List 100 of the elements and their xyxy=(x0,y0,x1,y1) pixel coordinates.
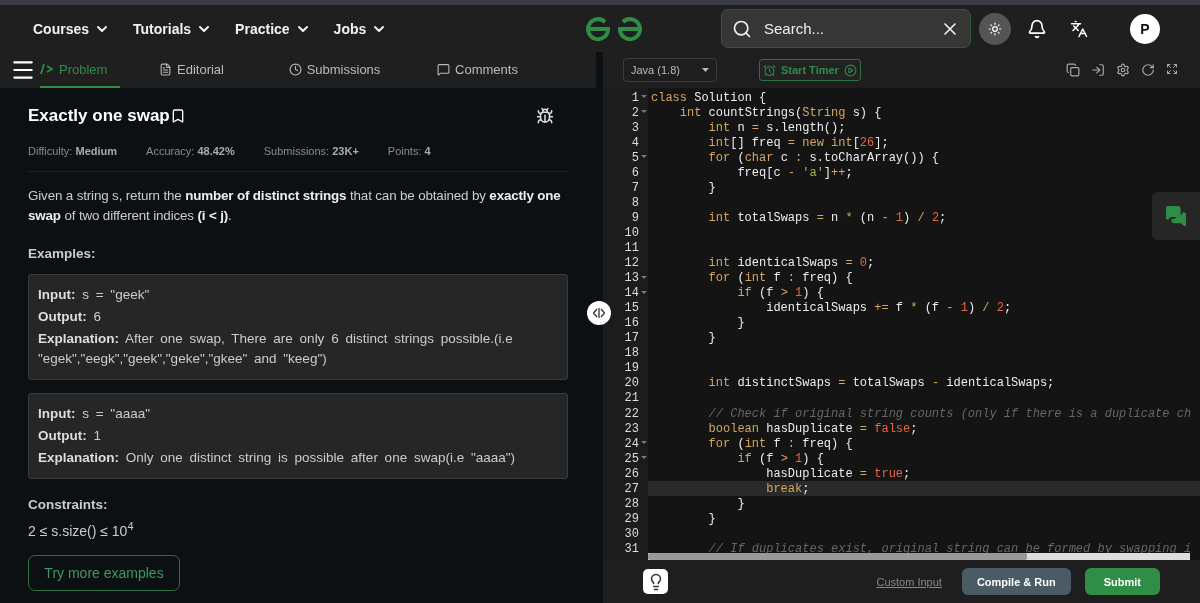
search-icon xyxy=(732,18,752,39)
line-number: 19 xyxy=(623,360,640,376)
submit-button[interactable]: Submit xyxy=(1084,568,1160,595)
constraint-text: 2 ≤ s.size() ≤ 10$^{4}$ xyxy=(28,520,135,539)
code-line: } xyxy=(736,496,745,511)
code-line: // Check if original string counts (only if there is a duplicate ch xyxy=(707,406,1192,421)
code-line: int identicalSwaps = 0; xyxy=(707,256,875,271)
alarm-clock-icon xyxy=(763,63,776,77)
code-line: break; xyxy=(765,481,810,496)
code-line: class Solution { xyxy=(651,90,767,105)
code-line: } xyxy=(707,511,716,526)
nav-menu[interactable]: Jobs xyxy=(333,20,388,37)
sun-icon xyxy=(988,21,1002,36)
line-number: 15 xyxy=(623,300,640,316)
language-select[interactable]: Java (1.8) xyxy=(623,58,717,82)
example-text: Explanation: After one swap, There are only 6 distinct strings possible.(i.e "egek","eegk","geek","geke","gkee" and "keeg") xyxy=(38,330,514,368)
comment-icon xyxy=(437,62,451,76)
code-line: int n = s.length(); xyxy=(707,120,846,135)
line-number: 28 xyxy=(623,496,640,512)
line-number: 27 xyxy=(623,481,640,497)
code-line: identicalSwaps += f * (f - 1) / 2; xyxy=(765,301,1012,316)
theme-toggle-button[interactable] xyxy=(979,12,1011,45)
bug-icon[interactable] xyxy=(536,106,554,125)
line-number: 26 xyxy=(623,466,640,482)
line-number: 6 xyxy=(630,165,640,181)
line-number: 4 xyxy=(630,135,640,151)
resize-icon xyxy=(593,308,605,318)
logo-icon xyxy=(585,15,644,42)
scrollbar[interactable] xyxy=(648,553,1190,560)
line-number: 23 xyxy=(623,421,640,437)
code-line: for (int f : freq) { xyxy=(707,436,853,451)
code-line: } xyxy=(707,331,716,346)
nav-menu[interactable]: Courses xyxy=(33,20,111,37)
example-text: Output: 1 xyxy=(38,427,102,445)
code-line: int[] freq = new int[26]; xyxy=(707,135,889,150)
problem-meta: Submissions: 23K+ xyxy=(263,145,359,157)
line-number: 30 xyxy=(623,526,640,542)
clock-icon xyxy=(288,62,302,76)
example-text: Output: 6 xyxy=(38,308,102,326)
line-number: 25 xyxy=(603,451,648,467)
import-icon[interactable] xyxy=(1091,63,1105,77)
settings-icon[interactable] xyxy=(1116,63,1130,77)
code-line: for (char c : s.toCharArray()) { xyxy=(707,150,940,165)
examples-heading: Examples: xyxy=(28,246,97,261)
line-number: 12 xyxy=(623,255,640,271)
chat-button[interactable] xyxy=(1152,192,1200,240)
example-text: Explanation: Only one distinct string is possible after one swap(i.e "aaaa") xyxy=(38,449,517,467)
constraints-heading: Constraints: xyxy=(28,497,109,512)
line-number: 17 xyxy=(623,330,640,346)
code-line: boolean hasDuplicate = false; xyxy=(707,421,918,436)
line-number: 16 xyxy=(623,315,640,331)
example-text: Input: s = "aaaa" xyxy=(38,405,151,423)
line-number: 3 xyxy=(630,120,640,136)
problem-description: Given a string s, return the number of distinct strings that can be obtained by exactly one swap of two different indices (i < j). xyxy=(28,187,562,225)
code-line: } xyxy=(736,316,745,331)
line-number: 1 xyxy=(603,90,648,106)
problem-title: Exactly one swap xyxy=(28,105,170,126)
translate-icon xyxy=(1070,19,1088,38)
caret-icon xyxy=(702,68,709,72)
search-field[interactable]: Search... xyxy=(762,19,930,38)
try-more-examples-button[interactable]: Try more examples xyxy=(28,554,180,591)
problem-tab[interactable]: Comments xyxy=(406,52,549,88)
problem-tab[interactable]: Problem xyxy=(40,52,120,88)
copy-icon[interactable] xyxy=(1066,63,1080,77)
search-bar[interactable]: Search... xyxy=(721,9,971,48)
problem-meta: Points: 4 xyxy=(387,145,431,157)
problem-tab[interactable]: Submissions xyxy=(263,52,406,88)
line-number: 21 xyxy=(623,390,640,406)
line-number: 24 xyxy=(603,436,648,452)
reset-icon[interactable] xyxy=(1141,63,1155,77)
nav-menu[interactable]: Tutorials xyxy=(133,20,213,37)
problem-meta: Accuracy: 48.42% xyxy=(146,145,235,157)
line-number: 10 xyxy=(623,225,640,241)
line-number: 14 xyxy=(603,285,648,301)
code-editor[interactable] xyxy=(603,88,1200,560)
code-line: for (int f : freq) { xyxy=(707,271,853,286)
line-number: 2 xyxy=(603,105,648,121)
problem-tab[interactable]: Editorial xyxy=(120,52,263,88)
problem-meta: Difficulty: Medium xyxy=(28,145,118,157)
code-line: int totalSwaps = n * (n - 1) / 2; xyxy=(707,210,947,225)
compile-run-button[interactable]: Compile & Run xyxy=(961,568,1071,595)
nav-menu[interactable]: Practice xyxy=(235,20,311,37)
avatar[interactable]: P xyxy=(1130,13,1160,44)
play-icon xyxy=(843,63,857,77)
code-line: if (f > 1) { xyxy=(736,286,824,301)
chat-icon xyxy=(1165,205,1187,227)
line-number: 13 xyxy=(603,270,648,286)
code-line: freq[c - 'a']++; xyxy=(736,165,853,180)
code-line: int distinctSwaps = totalSwaps - identicalSwaps; xyxy=(707,376,1055,391)
line-number: 7 xyxy=(630,180,640,196)
line-number: 31 xyxy=(623,541,640,557)
line-number: 11 xyxy=(623,240,640,256)
line-number: 5 xyxy=(603,150,648,166)
hint-button[interactable] xyxy=(643,569,668,594)
code-line: } xyxy=(707,180,716,195)
custom-input-link[interactable]: Custom Input xyxy=(870,574,948,589)
start-timer-button[interactable]: Start Timer xyxy=(759,59,861,81)
line-number: 22 xyxy=(623,406,640,422)
line-number: 8 xyxy=(630,195,640,211)
fullscreen-icon[interactable] xyxy=(1166,63,1178,75)
